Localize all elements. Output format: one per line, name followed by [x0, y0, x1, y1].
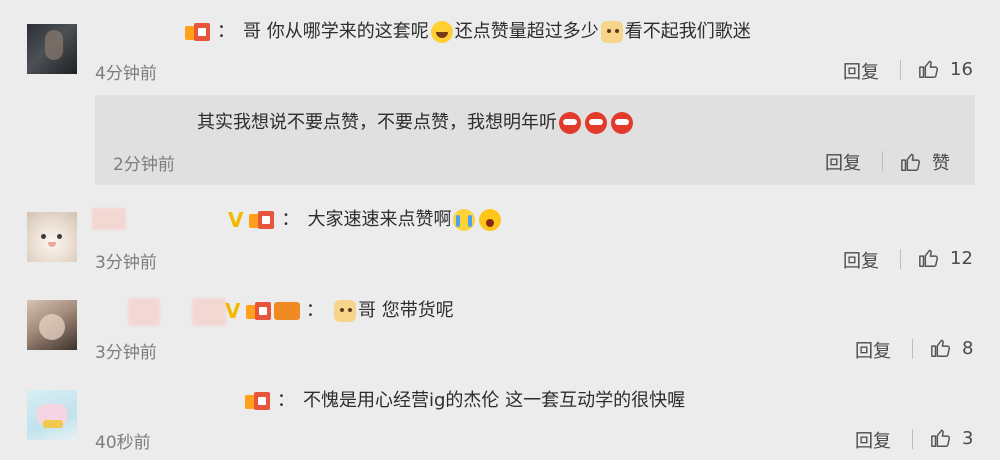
reply-button[interactable]: 回复 — [825, 149, 861, 175]
like-button[interactable]: 12 — [918, 247, 973, 269]
fan-badge-icon — [245, 390, 271, 412]
like-label: 赞 — [932, 153, 950, 174]
comment-body: 大家速速来点赞啊 — [307, 209, 452, 230]
reply-button[interactable]: 回复 — [843, 58, 879, 84]
like-count: 12 — [950, 247, 973, 269]
doge-emoji-icon — [333, 300, 356, 322]
comment-text: V ： 哥 您带货呢 — [225, 299, 454, 323]
comment-text: V ： 大家速速来点赞啊 — [228, 208, 503, 232]
divider — [900, 60, 901, 80]
like-button[interactable]: 8 — [930, 337, 973, 359]
comment-timestamp: 40秒前 — [95, 433, 151, 453]
comment-timestamp: 3分钟前 — [95, 253, 157, 273]
divider — [912, 429, 913, 449]
colon: ： — [277, 390, 295, 411]
like-count: 3 — [962, 427, 974, 449]
divider — [912, 339, 913, 359]
comment-body: 不愧是用心经营ig的杰伦 这一套互动学的很快喔 — [303, 390, 686, 411]
thumbs-up-icon — [901, 153, 920, 171]
fan-level-badge — [274, 302, 300, 320]
comment-timestamp: 4分钟前 — [95, 64, 157, 84]
fan-badge-icon — [249, 209, 275, 231]
redacted-username — [128, 298, 160, 326]
divider — [900, 249, 901, 269]
avatar[interactable] — [27, 390, 77, 440]
crying-emoji-icon — [453, 209, 476, 231]
redacted-username — [92, 208, 126, 230]
reply-timestamp: 2分钟前 — [113, 155, 175, 175]
thumbs-up-icon — [931, 339, 950, 357]
divider — [882, 151, 883, 171]
comment-body: 看不起我们歌迷 — [624, 21, 751, 42]
colon: ： — [305, 300, 324, 321]
comment-body: 哥 您带货呢 — [357, 300, 454, 321]
comment-text: ： 不愧是用心经营ig的杰伦 这一套互动学的很快喔 — [245, 389, 685, 413]
red-emoji-icon — [585, 112, 607, 134]
reply-text: 其实我想说不要点赞，不要点赞，我想明年听 — [197, 111, 635, 135]
doge-emoji-icon — [600, 21, 623, 43]
comment-body: 还点赞量超过多少 — [454, 21, 599, 42]
reply-button[interactable]: 回复 — [843, 247, 879, 273]
verified-v-icon: V — [225, 299, 241, 323]
like-button[interactable]: 3 — [930, 427, 973, 449]
laugh-emoji-icon — [430, 21, 453, 43]
like-button[interactable]: 16 — [918, 58, 973, 80]
avatar[interactable] — [27, 212, 77, 262]
reply-button[interactable]: 回复 — [855, 427, 891, 453]
thumbs-up-icon — [931, 429, 950, 447]
redacted-username — [192, 298, 226, 326]
red-emoji-icon — [559, 112, 581, 134]
reply-button[interactable]: 回复 — [855, 337, 891, 363]
wow-emoji-icon — [479, 209, 502, 231]
like-count: 16 — [950, 58, 973, 80]
comment-timestamp: 3分钟前 — [95, 343, 157, 363]
colon: ： — [281, 209, 300, 230]
reply-body: 其实我想说不要点赞，不要点赞，我想明年听 — [197, 112, 557, 133]
fan-badge-icon — [185, 21, 211, 43]
avatar[interactable] — [27, 300, 77, 350]
verified-v-icon: V — [228, 208, 244, 232]
thumbs-up-icon — [919, 249, 938, 267]
like-count: 8 — [962, 337, 974, 359]
red-emoji-icon — [611, 112, 633, 134]
colon: ： — [217, 21, 235, 42]
comment-body: 哥 你从哪学来的这套呢 — [243, 21, 429, 42]
thumbs-up-icon — [919, 60, 938, 78]
avatar[interactable] — [27, 24, 77, 74]
comment-text: ： 哥 你从哪学来的这套呢 还点赞量超过多少 看不起我们歌迷 — [185, 20, 751, 44]
like-button[interactable]: 赞 — [900, 149, 950, 175]
fan-badge-icon — [246, 300, 272, 322]
